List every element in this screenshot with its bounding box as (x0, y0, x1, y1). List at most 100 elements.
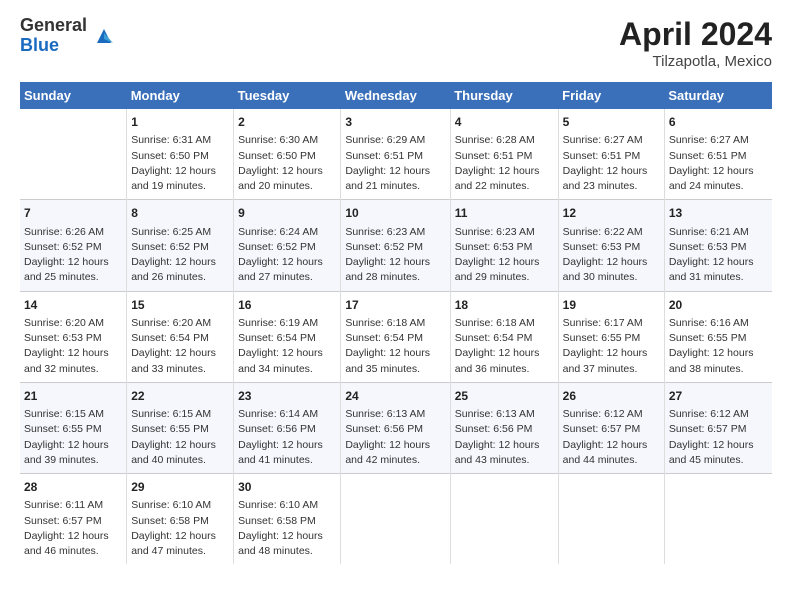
calendar-day-cell: 11 Sunrise: 6:23 AM Sunset: 6:53 PM Dayli… (450, 200, 558, 291)
day-number: 11 (455, 205, 554, 222)
day-number: 4 (455, 114, 554, 131)
calendar-day-cell: 28Sunrise: 6:11 AM Sunset: 6:57 PM Dayli… (20, 474, 127, 565)
day-number: 14 (24, 297, 122, 314)
logo: General Blue (20, 16, 115, 56)
calendar-day-cell: 16Sunrise: 6:19 AM Sunset: 6:54 PM Dayli… (234, 291, 341, 382)
day-number: 8 (131, 205, 229, 222)
calendar-week-row: 28Sunrise: 6:11 AM Sunset: 6:57 PM Dayli… (20, 474, 772, 565)
day-number: 20 (669, 297, 768, 314)
weekday-header: Tuesday (234, 82, 341, 109)
day-number: 5 (563, 114, 660, 131)
day-info: Sunrise: 6:24 AM Sunset: 6:52 PM Dayligh… (238, 225, 336, 286)
calendar-day-cell: 17Sunrise: 6:18 AM Sunset: 6:54 PM Dayli… (341, 291, 450, 382)
calendar-day-cell: 26 Sunrise: 6:12 AM Sunset: 6:57 PM Dayli… (558, 382, 664, 473)
calendar-day-cell: 7 Sunrise: 6:26 AM Sunset: 6:52 PM Daylig… (20, 200, 127, 291)
day-number: 24 (345, 388, 445, 405)
day-info: Sunrise: 6:26 AM Sunset: 6:52 PM Dayligh… (24, 225, 122, 286)
day-info: Sunrise: 6:29 AM Sunset: 6:51 PM Dayligh… (345, 133, 445, 194)
calendar-day-cell (341, 474, 450, 565)
day-number: 22 (131, 388, 229, 405)
day-info: Sunrise: 6:27 AM Sunset: 6:51 PM Dayligh… (563, 133, 660, 194)
calendar-location: Tilzapotla, Mexico (619, 53, 772, 70)
calendar-day-cell: 29Sunrise: 6:10 AM Sunset: 6:58 PM Dayli… (127, 474, 234, 565)
calendar-week-row: 1 Sunrise: 6:31 AM Sunset: 6:50 PM Daylig… (20, 109, 772, 200)
calendar-day-cell: 15 Sunrise: 6:20 AM Sunset: 6:54 PM Dayli… (127, 291, 234, 382)
day-info: Sunrise: 6:14 AM Sunset: 6:56 PM Dayligh… (238, 407, 336, 468)
day-info: Sunrise: 6:12 AM Sunset: 6:57 PM Dayligh… (563, 407, 660, 468)
calendar-day-cell: 9Sunrise: 6:24 AM Sunset: 6:52 PM Daylig… (234, 200, 341, 291)
day-number: 30 (238, 479, 336, 496)
day-info: Sunrise: 6:15 AM Sunset: 6:55 PM Dayligh… (131, 407, 229, 468)
day-number: 26 (563, 388, 660, 405)
weekday-header: Saturday (664, 82, 772, 109)
day-number: 2 (238, 114, 336, 131)
day-info: Sunrise: 6:31 AM Sunset: 6:50 PM Dayligh… (131, 133, 229, 194)
day-info: Sunrise: 6:23 AM Sunset: 6:52 PM Dayligh… (345, 225, 445, 286)
calendar-day-cell: 25 Sunrise: 6:13 AM Sunset: 6:56 PM Dayli… (450, 382, 558, 473)
calendar-day-cell: 13 Sunrise: 6:21 AM Sunset: 6:53 PM Dayli… (664, 200, 772, 291)
day-number: 27 (669, 388, 768, 405)
calendar-day-cell (20, 109, 127, 200)
calendar-day-cell: 18 Sunrise: 6:18 AM Sunset: 6:54 PM Dayli… (450, 291, 558, 382)
day-info: Sunrise: 6:27 AM Sunset: 6:51 PM Dayligh… (669, 133, 768, 194)
calendar-day-cell: 4 Sunrise: 6:28 AM Sunset: 6:51 PM Daylig… (450, 109, 558, 200)
calendar-day-cell: 5 Sunrise: 6:27 AM Sunset: 6:51 PM Daylig… (558, 109, 664, 200)
calendar-day-cell: 19 Sunrise: 6:17 AM Sunset: 6:55 PM Dayli… (558, 291, 664, 382)
day-number: 21 (24, 388, 122, 405)
day-info: Sunrise: 6:18 AM Sunset: 6:54 PM Dayligh… (455, 316, 554, 377)
day-info: Sunrise: 6:22 AM Sunset: 6:53 PM Dayligh… (563, 225, 660, 286)
calendar-table: SundayMondayTuesdayWednesdayThursdayFrid… (20, 82, 772, 564)
day-info: Sunrise: 6:25 AM Sunset: 6:52 PM Dayligh… (131, 225, 229, 286)
title-block: April 2024 Tilzapotla, Mexico (619, 16, 772, 70)
calendar-day-cell: 2Sunrise: 6:30 AM Sunset: 6:50 PM Daylig… (234, 109, 341, 200)
weekday-header: Friday (558, 82, 664, 109)
calendar-day-cell: 8 Sunrise: 6:25 AM Sunset: 6:52 PM Daylig… (127, 200, 234, 291)
day-number: 6 (669, 114, 768, 131)
day-info: Sunrise: 6:19 AM Sunset: 6:54 PM Dayligh… (238, 316, 336, 377)
calendar-day-cell: 3 Sunrise: 6:29 AM Sunset: 6:51 PM Daylig… (341, 109, 450, 200)
day-info: Sunrise: 6:20 AM Sunset: 6:54 PM Dayligh… (131, 316, 229, 377)
day-number: 3 (345, 114, 445, 131)
day-info: Sunrise: 6:15 AM Sunset: 6:55 PM Dayligh… (24, 407, 122, 468)
day-number: 1 (131, 114, 229, 131)
day-number: 15 (131, 297, 229, 314)
calendar-day-cell: 10 Sunrise: 6:23 AM Sunset: 6:52 PM Dayli… (341, 200, 450, 291)
calendar-week-row: 21 Sunrise: 6:15 AM Sunset: 6:55 PM Dayli… (20, 382, 772, 473)
calendar-week-row: 14 Sunrise: 6:20 AM Sunset: 6:53 PM Dayli… (20, 291, 772, 382)
day-info: Sunrise: 6:21 AM Sunset: 6:53 PM Dayligh… (669, 225, 768, 286)
weekday-header: Thursday (450, 82, 558, 109)
day-number: 13 (669, 205, 768, 222)
day-info: Sunrise: 6:12 AM Sunset: 6:57 PM Dayligh… (669, 407, 768, 468)
day-info: Sunrise: 6:13 AM Sunset: 6:56 PM Dayligh… (345, 407, 445, 468)
calendar-day-cell: 24 Sunrise: 6:13 AM Sunset: 6:56 PM Dayli… (341, 382, 450, 473)
calendar-day-cell: 1 Sunrise: 6:31 AM Sunset: 6:50 PM Daylig… (127, 109, 234, 200)
calendar-day-cell (664, 474, 772, 565)
day-info: Sunrise: 6:17 AM Sunset: 6:55 PM Dayligh… (563, 316, 660, 377)
calendar-week-row: 7 Sunrise: 6:26 AM Sunset: 6:52 PM Daylig… (20, 200, 772, 291)
day-info: Sunrise: 6:23 AM Sunset: 6:53 PM Dayligh… (455, 225, 554, 286)
day-info: Sunrise: 6:16 AM Sunset: 6:55 PM Dayligh… (669, 316, 768, 377)
day-number: 25 (455, 388, 554, 405)
day-info: Sunrise: 6:13 AM Sunset: 6:56 PM Dayligh… (455, 407, 554, 468)
calendar-day-cell: 21 Sunrise: 6:15 AM Sunset: 6:55 PM Dayli… (20, 382, 127, 473)
day-info: Sunrise: 6:20 AM Sunset: 6:53 PM Dayligh… (24, 316, 122, 377)
calendar-day-cell: 14 Sunrise: 6:20 AM Sunset: 6:53 PM Dayli… (20, 291, 127, 382)
day-number: 19 (563, 297, 660, 314)
day-number: 29 (131, 479, 229, 496)
day-number: 10 (345, 205, 445, 222)
day-number: 23 (238, 388, 336, 405)
calendar-day-cell: 30 Sunrise: 6:10 AM Sunset: 6:58 PM Dayli… (234, 474, 341, 565)
calendar-day-cell: 22 Sunrise: 6:15 AM Sunset: 6:55 PM Dayli… (127, 382, 234, 473)
day-info: Sunrise: 6:10 AM Sunset: 6:58 PM Dayligh… (238, 498, 336, 559)
weekday-header-row: SundayMondayTuesdayWednesdayThursdayFrid… (20, 82, 772, 109)
weekday-header: Monday (127, 82, 234, 109)
weekday-header: Wednesday (341, 82, 450, 109)
day-info: Sunrise: 6:28 AM Sunset: 6:51 PM Dayligh… (455, 133, 554, 194)
day-number: 18 (455, 297, 554, 314)
calendar-day-cell: 12Sunrise: 6:22 AM Sunset: 6:53 PM Dayli… (558, 200, 664, 291)
calendar-day-cell: 23 Sunrise: 6:14 AM Sunset: 6:56 PM Dayli… (234, 382, 341, 473)
day-number: 28 (24, 479, 122, 496)
weekday-header: Sunday (20, 82, 127, 109)
day-number: 7 (24, 205, 122, 222)
calendar-day-cell: 20 Sunrise: 6:16 AM Sunset: 6:55 PM Dayli… (664, 291, 772, 382)
